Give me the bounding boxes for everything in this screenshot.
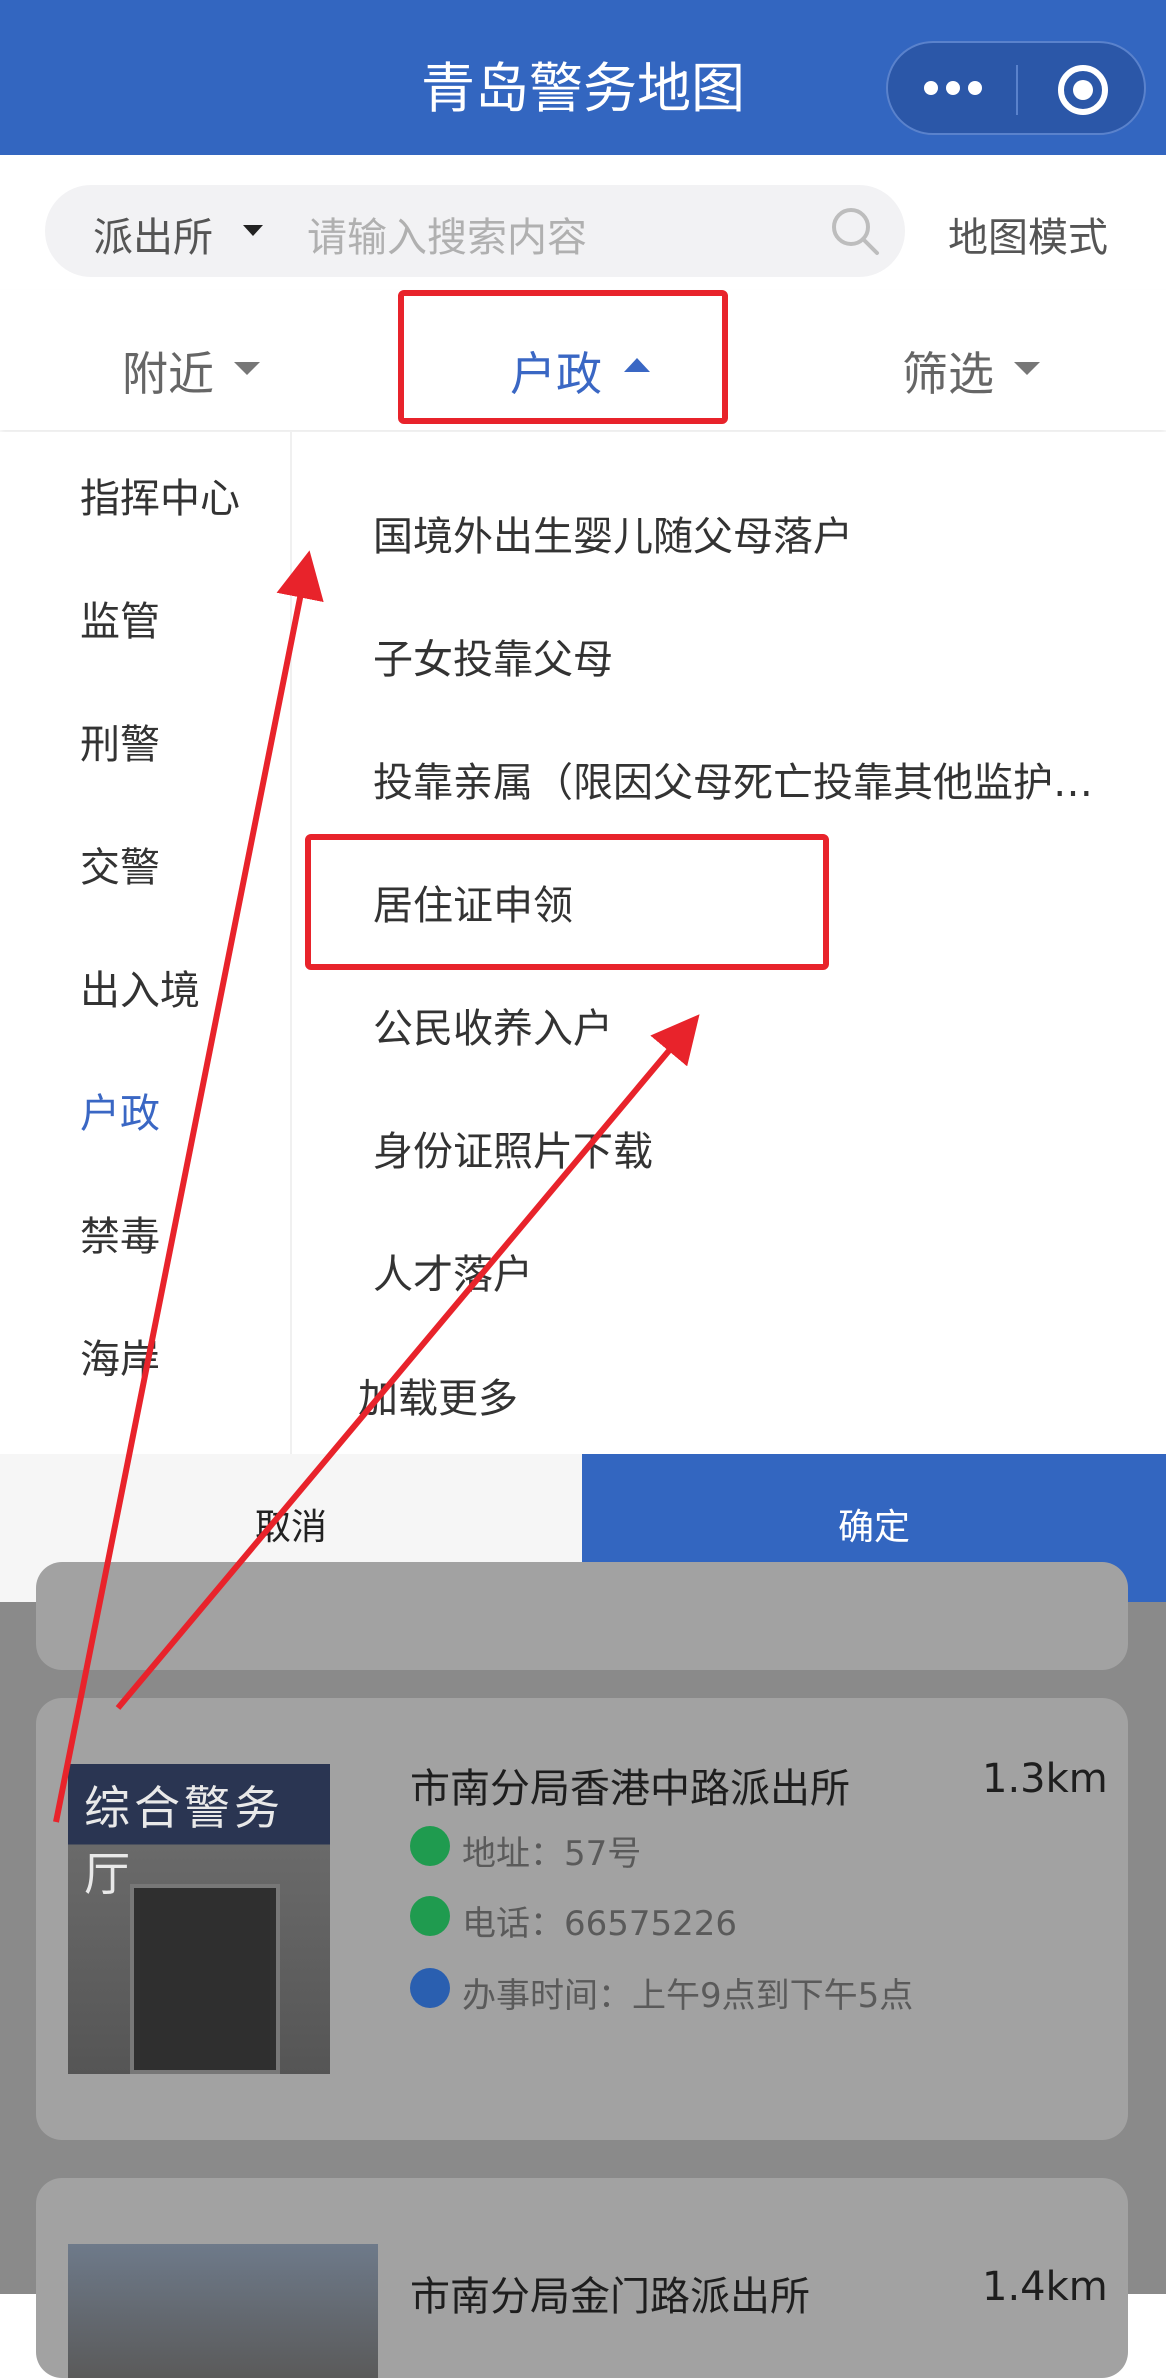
sidebar-item-command-center[interactable]: 指挥中心: [80, 466, 240, 524]
search-bar: 派出所 请输入搜索内容: [45, 185, 905, 277]
target-icon[interactable]: [1058, 65, 1108, 115]
list-item[interactable]: 国境外出生婴儿随父母落户: [373, 504, 853, 562]
station-photo: [68, 2244, 378, 2378]
annotation-box-tab: [398, 290, 728, 424]
load-more-link[interactable]: 加载更多: [358, 1366, 518, 1424]
category-sidebar: 指挥中心 监管 刑警 交警 出入境 户政 禁毒 海岸: [0, 432, 292, 1454]
annotation-box-item: [305, 834, 829, 970]
results-list-overlay: 综合警务厅 市南分局香港中路派出所 1.3km 地址：57号 电话：665752…: [0, 1562, 1166, 2378]
station-card: [36, 1562, 1128, 1670]
station-photo: 综合警务厅: [68, 1764, 330, 2074]
tab-nearby-label: 附近: [122, 347, 214, 401]
chevron-down-icon: [234, 362, 260, 375]
list-item[interactable]: 投靠亲属（限因父母死亡投靠其他监护…: [373, 750, 1093, 808]
station-card[interactable]: 综合警务厅 市南分局香港中路派出所 1.3km 地址：57号 电话：665752…: [36, 1698, 1128, 2140]
list-item[interactable]: 身份证照片下载: [373, 1119, 653, 1177]
station-card[interactable]: 市南分局金门路派出所 1.4km: [36, 2178, 1128, 2378]
list-item[interactable]: 子女投靠父母: [373, 627, 613, 685]
sidebar-item-narcotics[interactable]: 禁毒: [80, 1204, 160, 1262]
more-dots-icon[interactable]: [888, 43, 1016, 137]
sidebar-item-exit-entry[interactable]: 出入境: [80, 958, 200, 1016]
photo-door: [130, 1884, 280, 2074]
clock-icon: [410, 1968, 450, 2008]
sidebar-item-criminal[interactable]: 刑警: [80, 712, 160, 770]
station-address: 地址：57号: [462, 1834, 642, 1874]
station-distance: 1.3km: [982, 1756, 1108, 1802]
sidebar-item-household[interactable]: 户政: [80, 1081, 160, 1139]
chevron-down-icon[interactable]: [243, 225, 263, 236]
station-phone[interactable]: 电话：66575226: [462, 1896, 737, 1945]
station-name: 市南分局金门路派出所: [410, 2274, 810, 2320]
category-select[interactable]: 派出所: [93, 205, 213, 263]
station-distance: 1.4km: [982, 2264, 1108, 2310]
phone-icon: [410, 1896, 450, 1936]
sidebar-item-supervision[interactable]: 监管: [80, 589, 160, 647]
location-pin-icon: [410, 1826, 450, 1866]
list-item[interactable]: 人才落户: [373, 1242, 533, 1300]
sidebar-item-traffic[interactable]: 交警: [80, 835, 160, 893]
app-header: 青岛警务地图: [0, 0, 1166, 155]
chevron-down-icon: [1014, 362, 1040, 375]
station-hours: 办事时间：上午9点到下午5点: [462, 1976, 914, 2016]
capsule-divider: [1016, 65, 1018, 115]
list-item[interactable]: 公民收养入户: [373, 996, 613, 1054]
tab-filter[interactable]: 筛选: [902, 338, 994, 404]
station-name: 市南分局香港中路派出所: [410, 1766, 850, 1812]
map-mode-button[interactable]: 地图模式: [948, 205, 1108, 263]
sidebar-item-coast[interactable]: 海岸: [80, 1327, 160, 1385]
search-icon[interactable]: [827, 203, 883, 259]
search-input[interactable]: 请输入搜索内容: [307, 205, 587, 263]
tab-nearby[interactable]: 附近: [122, 338, 214, 404]
mini-program-capsule: [886, 41, 1146, 135]
tab-filter-label: 筛选: [902, 347, 994, 401]
